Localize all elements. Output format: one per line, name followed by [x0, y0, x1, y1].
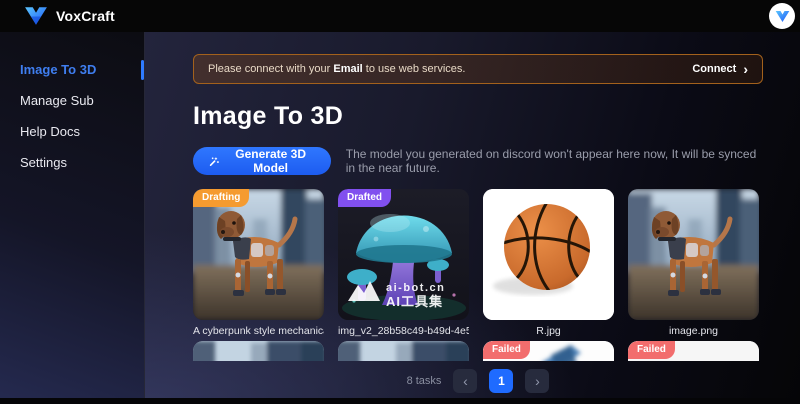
model-gallery: Drafting A cyberpunk style mechanical...: [193, 189, 763, 361]
card-caption: image.png: [628, 325, 759, 337]
generate-3d-model-button[interactable]: Generate 3D Model: [193, 147, 331, 175]
voxcraft-logo-icon: [24, 6, 48, 26]
card-thumbnail-cyberpunk-dog: Drafting: [193, 189, 324, 320]
status-badge: Drafting: [193, 189, 249, 207]
sidebar-item-help-docs[interactable]: Help Docs: [0, 120, 144, 143]
sidebar-item-image-to-3d[interactable]: Image To 3D: [0, 58, 144, 81]
brand: VoxCraft: [24, 6, 115, 26]
user-avatar[interactable]: [769, 3, 795, 29]
model-card-partial[interactable]: [193, 341, 324, 361]
prev-page-button[interactable]: ‹: [453, 369, 477, 393]
card-thumbnail-mushroom: ai-bot.cn AI工具集 Drafted: [338, 189, 469, 320]
model-card-partial[interactable]: Failed: [628, 341, 759, 361]
generate-button-label: Generate 3D Model: [227, 147, 315, 175]
connect-label: Connect: [692, 63, 736, 75]
bottom-bar: [0, 398, 800, 404]
card-caption: img_v2_28b58c49-b49d-4e59...: [338, 325, 469, 337]
sidebar-item-label: Help Docs: [20, 124, 80, 139]
sidebar-item-label: Settings: [20, 155, 67, 170]
page-title: Image To 3D: [193, 102, 763, 131]
pagination: 8 tasks ‹ 1 ›: [193, 369, 763, 393]
chevron-right-icon: ›: [535, 373, 540, 389]
model-card[interactable]: ai-bot.cn AI工具集 Drafted img_v2_28b58c49-…: [338, 189, 469, 337]
main-content: Please connect with your Email to use we…: [145, 32, 800, 404]
card-caption: R.jpg: [483, 325, 614, 337]
status-badge: Failed: [628, 341, 675, 359]
active-indicator: [141, 60, 144, 80]
card-thumbnail-city: [338, 341, 469, 361]
card-thumbnail-failed-object: Failed: [483, 341, 614, 361]
sidebar: Image To 3D Manage Sub Help Docs Setting…: [0, 32, 145, 404]
top-bar: VoxCraft: [0, 0, 800, 32]
model-card[interactable]: Drafting A cyberpunk style mechanical...: [193, 189, 324, 337]
status-badge: Failed: [483, 341, 530, 359]
sidebar-item-settings[interactable]: Settings: [0, 151, 144, 174]
chevron-right-icon: ›: [743, 62, 748, 76]
banner-text: Please connect with your Email to use we…: [208, 63, 465, 75]
model-card[interactable]: image.png: [628, 189, 759, 337]
sidebar-item-manage-sub[interactable]: Manage Sub: [0, 89, 144, 112]
card-thumbnail-failed-blank: Failed: [628, 341, 759, 361]
sidebar-item-label: Image To 3D: [20, 62, 96, 77]
connect-button[interactable]: Connect ›: [692, 62, 748, 76]
card-caption: A cyberpunk style mechanical...: [193, 325, 324, 337]
avatar-v-icon: [775, 10, 790, 23]
page-1-button[interactable]: 1: [489, 369, 513, 393]
status-badge: Drafted: [338, 189, 391, 207]
discord-sync-note: The model you generated on discord won't…: [346, 147, 763, 175]
brand-name: VoxCraft: [56, 8, 115, 24]
model-card[interactable]: R.jpg: [483, 189, 614, 337]
card-thumbnail-city: [193, 341, 324, 361]
magic-wand-icon: [209, 155, 220, 168]
next-page-button[interactable]: ›: [525, 369, 549, 393]
watermark-line2: AI工具集: [386, 294, 443, 309]
card-thumbnail-basketball: [483, 189, 614, 320]
chevron-left-icon: ‹: [463, 373, 468, 389]
watermark-line1: ai-bot.cn: [386, 282, 445, 294]
email-connect-banner: Please connect with your Email to use we…: [193, 54, 763, 84]
card-thumbnail-cyberpunk-dog: [628, 189, 759, 320]
tasks-count: 8 tasks: [407, 375, 442, 387]
sidebar-item-label: Manage Sub: [20, 93, 94, 108]
model-card-partial[interactable]: [338, 341, 469, 361]
model-card-partial[interactable]: Failed: [483, 341, 614, 361]
